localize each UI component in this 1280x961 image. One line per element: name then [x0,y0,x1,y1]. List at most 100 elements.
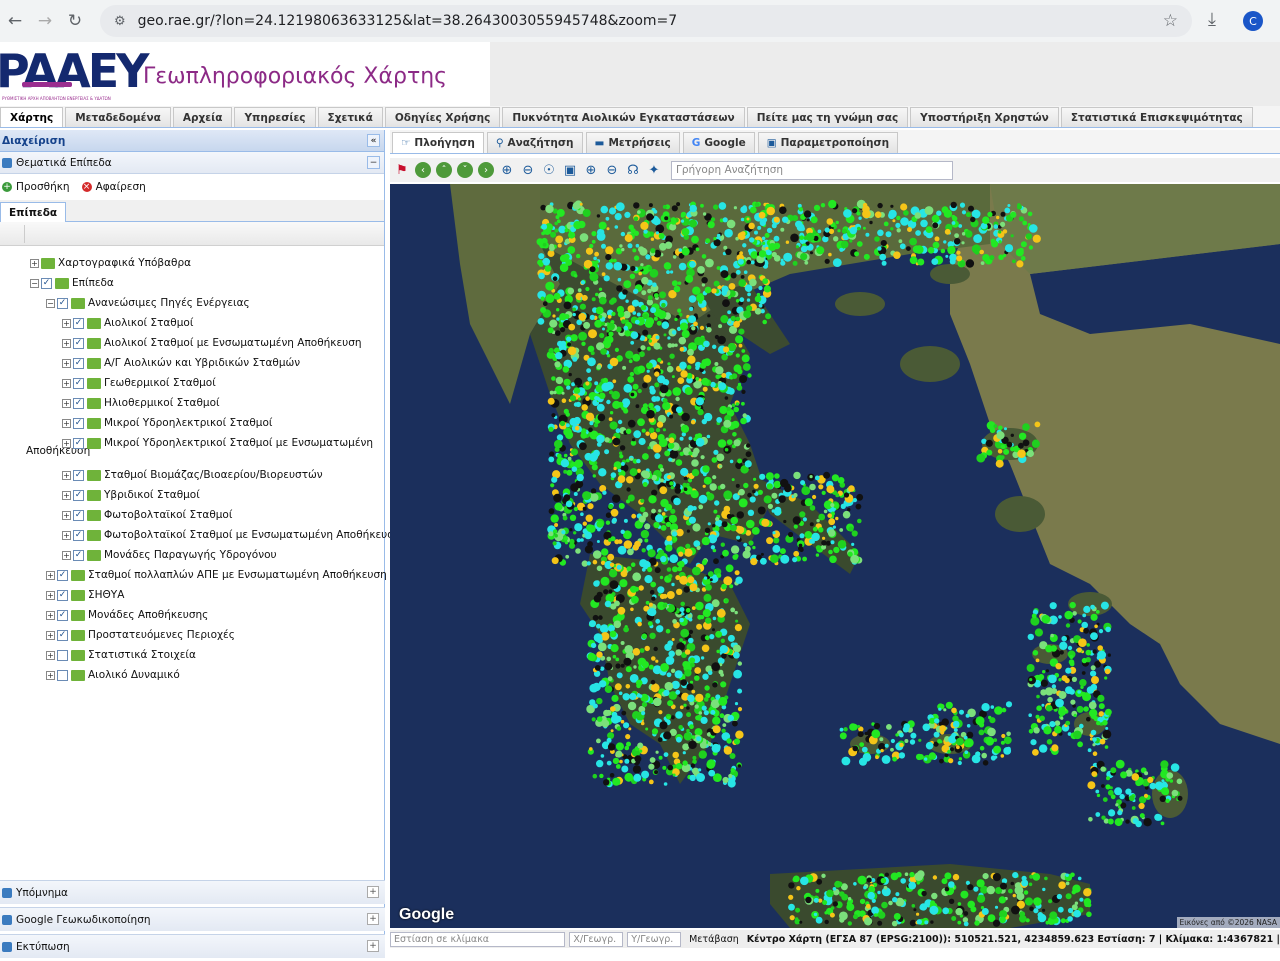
station-marker[interactable] [894,913,901,920]
map-canvas[interactable]: Google Εικόνες από ©2026 NASA [390,184,1280,928]
station-marker[interactable] [587,503,593,509]
station-marker[interactable] [825,259,830,264]
expand-toggle-icon[interactable]: + [46,571,55,580]
station-marker[interactable] [600,624,609,633]
station-marker[interactable] [551,514,559,522]
station-marker[interactable] [1090,605,1095,610]
station-marker[interactable] [704,710,709,715]
station-marker[interactable] [634,217,639,222]
station-marker[interactable] [694,675,700,681]
station-marker[interactable] [639,750,642,753]
station-marker[interactable] [618,607,626,615]
station-marker[interactable] [663,604,667,608]
station-marker[interactable] [641,277,649,285]
station-marker[interactable] [981,703,989,711]
station-marker[interactable] [926,742,934,750]
station-marker[interactable] [1087,781,1095,789]
station-marker[interactable] [900,203,907,210]
station-marker[interactable] [685,275,693,283]
station-marker[interactable] [651,490,657,496]
station-marker[interactable] [581,342,585,346]
station-marker[interactable] [617,726,622,731]
station-marker[interactable] [574,492,578,496]
station-marker[interactable] [586,368,591,373]
station-marker[interactable] [796,245,799,248]
station-marker[interactable] [632,572,641,581]
station-marker[interactable] [662,512,666,516]
expand-icon[interactable]: + [367,913,379,925]
station-marker[interactable] [592,717,596,721]
station-marker[interactable] [539,262,544,267]
station-marker[interactable] [1061,918,1066,923]
station-marker[interactable] [642,568,646,572]
station-marker[interactable] [1066,874,1069,877]
station-marker[interactable] [641,771,649,779]
station-marker[interactable] [701,717,708,724]
station-marker[interactable] [572,308,576,312]
station-marker[interactable] [691,236,699,244]
station-marker[interactable] [610,706,616,712]
station-marker[interactable] [737,689,742,694]
expand-toggle-icon[interactable]: + [62,511,71,520]
station-marker[interactable] [669,554,678,563]
station-marker[interactable] [774,236,780,242]
station-marker[interactable] [941,249,946,254]
station-marker[interactable] [666,536,672,542]
station-marker[interactable] [619,503,625,509]
station-marker[interactable] [897,228,901,232]
station-marker[interactable] [661,525,667,531]
reload-icon[interactable]: ↻ [60,6,90,36]
station-marker[interactable] [548,457,554,463]
pan-down-icon[interactable]: ˇ [457,162,473,178]
station-marker[interactable] [588,427,593,432]
station-marker[interactable] [557,454,562,459]
station-marker[interactable] [662,402,670,410]
station-marker[interactable] [728,774,732,778]
station-marker[interactable] [1070,700,1075,705]
station-marker[interactable] [1083,606,1090,613]
station-marker[interactable] [1101,784,1105,788]
station-marker[interactable] [838,477,845,484]
station-marker[interactable] [958,902,962,906]
station-marker[interactable] [827,513,832,518]
station-marker[interactable] [865,233,869,237]
station-marker[interactable] [593,774,598,779]
station-marker[interactable] [745,460,752,467]
station-marker[interactable] [714,239,721,246]
layer-checkbox[interactable]: ✓ [73,418,84,429]
station-marker[interactable] [983,873,989,879]
station-marker[interactable] [841,504,846,509]
station-marker[interactable] [759,474,765,480]
station-marker[interactable] [596,760,603,767]
station-marker[interactable] [954,233,959,238]
station-marker[interactable] [655,514,663,522]
station-marker[interactable] [603,378,609,384]
station-marker[interactable] [848,921,852,925]
station-marker[interactable] [723,420,731,428]
station-marker[interactable] [714,500,719,505]
expand-toggle-icon[interactable]: + [62,359,71,368]
station-marker[interactable] [594,381,598,385]
station-marker[interactable] [748,510,754,516]
station-marker[interactable] [543,301,548,306]
station-marker[interactable] [696,397,704,405]
station-marker[interactable] [994,424,998,428]
station-marker[interactable] [690,205,697,212]
station-marker[interactable] [614,262,623,271]
station-marker[interactable] [712,457,718,463]
station-marker[interactable] [823,472,830,479]
station-marker[interactable] [556,317,559,320]
station-marker[interactable] [641,305,647,311]
download-icon[interactable]: ⤓ [1208,9,1216,30]
station-marker[interactable] [841,241,849,249]
station-marker[interactable] [634,231,639,236]
station-marker[interactable] [866,904,871,909]
station-marker[interactable] [1042,909,1045,912]
station-marker[interactable] [586,515,593,522]
station-marker[interactable] [557,341,563,347]
station-marker[interactable] [1099,629,1103,633]
station-marker[interactable] [681,220,684,223]
station-marker[interactable] [750,207,757,214]
station-marker[interactable] [1088,748,1092,752]
forward-icon[interactable]: → [30,6,60,36]
